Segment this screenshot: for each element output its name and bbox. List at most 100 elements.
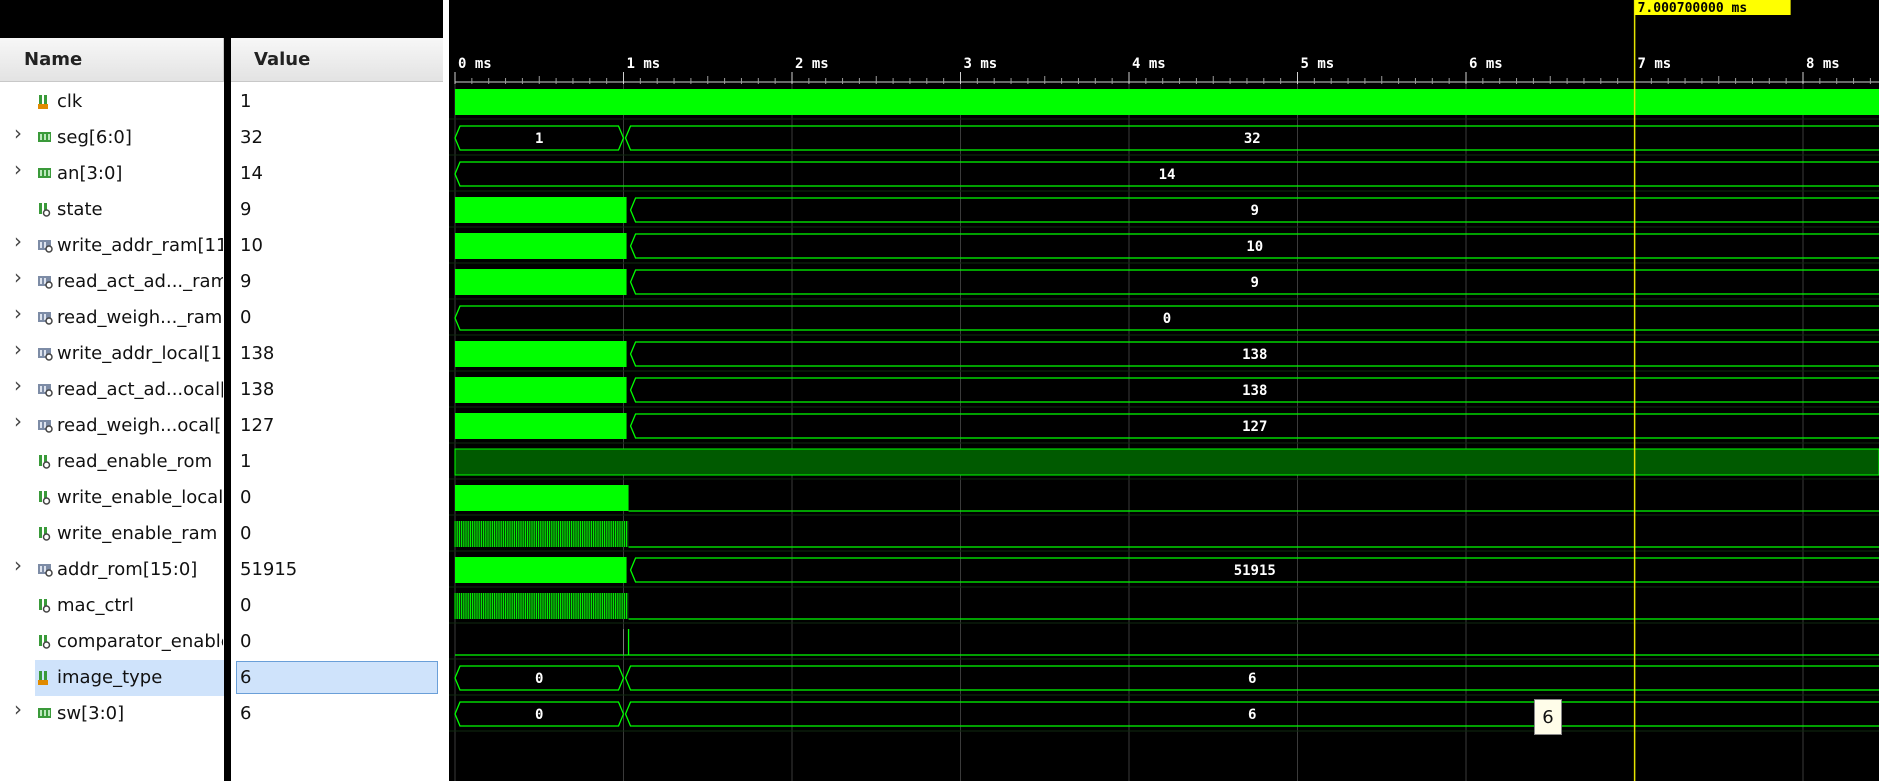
signal-row[interactable]: write_enable_local 0 [0, 480, 443, 516]
value-column-header[interactable]: Value [230, 38, 443, 82]
signal-row[interactable]: › read_act_ad...ocal[11:0] 138 [0, 372, 443, 408]
signal-row[interactable]: › write_addr_ram[11:0] 10 [0, 228, 443, 264]
signal-value: 51915 [240, 559, 298, 580]
expand-chevron-icon[interactable]: › [14, 231, 28, 251]
panel-top-blank [0, 0, 443, 38]
bus-input-icon [37, 165, 53, 183]
signal-name[interactable]: read_weigh...ocal[11:0] [57, 408, 223, 444]
signal-name[interactable]: write_addr_local[11:0] [57, 336, 223, 372]
dense-toggle-wave [455, 485, 629, 511]
signal-row[interactable]: › sw[3:0] 6 [0, 696, 443, 732]
signal-name[interactable]: an[3:0] [57, 156, 223, 192]
signal-row[interactable]: › an[3:0] 14 [0, 156, 443, 192]
expand-chevron-icon[interactable]: › [14, 303, 28, 323]
dense-bus-activity [455, 557, 627, 583]
signal-row[interactable]: › seg[6:0] 32 [0, 120, 443, 156]
dense-bus-activity [455, 269, 627, 295]
expand-chevron-icon[interactable]: › [14, 411, 28, 431]
signal-name[interactable]: clk [57, 84, 223, 120]
expand-chevron-icon[interactable]: › [14, 267, 28, 287]
bus-value-label: 9 [1251, 203, 1259, 219]
signal-row[interactable]: read_enable_rom 1 [0, 444, 443, 480]
bus-internal-icon [37, 309, 53, 327]
bus-internal-icon [37, 345, 53, 363]
expand-chevron-icon[interactable]: › [14, 375, 28, 395]
bus-internal-icon [37, 417, 53, 435]
signal-value: 0 [240, 487, 252, 508]
signal-value: 0 [240, 307, 252, 328]
signal-name-value-panel: Name Value clk 1 › seg[6:0] 32 › an[3:0] 14 stat… [0, 0, 443, 781]
signal-value: 138 [240, 379, 275, 400]
bus-input-icon [37, 129, 53, 147]
name-column-header[interactable]: Name [0, 38, 224, 82]
waveform-viewer[interactable]: 0 ms 1 ms 2 ms 3 ms 4 ms 5 ms 6 ms 7 ms 8 ms 1 32 1… [449, 0, 1879, 781]
signal-value: 0 [240, 595, 252, 616]
signal-name[interactable]: mac_ctrl [57, 588, 223, 624]
signal-name[interactable]: comparator_enable [57, 624, 223, 660]
bit-input-icon [37, 93, 53, 111]
dense-bus-activity [455, 413, 627, 439]
expand-chevron-icon[interactable]: › [14, 699, 28, 719]
bit-internal-icon [37, 201, 53, 219]
signal-value: 0 [240, 523, 252, 544]
signal-name[interactable]: addr_rom[15:0] [57, 552, 223, 588]
expand-chevron-icon[interactable]: › [14, 123, 28, 143]
bit-internal-icon [37, 597, 53, 615]
signal-value: 14 [240, 163, 263, 184]
time-tick-label: 6 ms [1469, 56, 1503, 72]
dense-bus-activity [455, 341, 627, 367]
signal-name[interactable]: read_enable_rom [57, 444, 223, 480]
signal-row[interactable]: mac_ctrl 0 [0, 588, 443, 624]
time-tick-label: 8 ms [1806, 56, 1840, 72]
signal-row[interactable]: › write_addr_local[11:0] 138 [0, 336, 443, 372]
bus-value-label: 127 [1242, 419, 1267, 435]
expand-chevron-icon[interactable]: › [14, 555, 28, 575]
signal-name[interactable]: write_addr_ram[11:0] [57, 228, 223, 264]
expand-chevron-icon[interactable]: › [14, 339, 28, 359]
bit-input-icon [37, 669, 53, 687]
dense-bus-activity [455, 197, 627, 223]
signal-value: 9 [240, 199, 252, 220]
signal-row[interactable]: state 9 [0, 192, 443, 228]
signal-row[interactable]: › read_act_ad..._ram[11:0] 9 [0, 264, 443, 300]
dense-bus-activity [455, 377, 627, 403]
signal-name[interactable]: image_type [35, 660, 224, 696]
signal-row[interactable]: clk 1 [0, 84, 443, 120]
signal-name[interactable]: seg[6:0] [57, 120, 223, 156]
signal-value: 6 [240, 703, 252, 724]
bus-internal-icon [37, 237, 53, 255]
bus-value-label: 32 [1244, 131, 1261, 147]
bus-value-label: 138 [1242, 383, 1267, 399]
time-tick-label: 1 ms [627, 56, 661, 72]
signal-row[interactable]: write_enable_ram 0 [0, 516, 443, 552]
bus-value-label: 9 [1251, 275, 1259, 291]
signal-name[interactable]: state [57, 192, 223, 228]
signal-name[interactable]: sw[3:0] [57, 696, 223, 732]
bus-internal-icon [37, 273, 53, 291]
signal-row[interactable]: image_type 6 [0, 660, 443, 696]
signal-row[interactable]: comparator_enable 0 [0, 624, 443, 660]
signal-row[interactable]: › read_weigh...ocal[11:0] 127 [0, 408, 443, 444]
bus-value-label: 138 [1242, 347, 1267, 363]
time-tick-label: 5 ms [1301, 56, 1335, 72]
dense-bus-activity [455, 233, 627, 259]
expand-chevron-icon[interactable]: › [14, 159, 28, 179]
signal-value: 6 [240, 667, 252, 688]
signal-row[interactable]: › read_weigh..._ram[11:0] 0 [0, 300, 443, 336]
bus-internal-icon [37, 381, 53, 399]
time-tick-label: 4 ms [1132, 56, 1166, 72]
signal-value: 1 [240, 451, 252, 472]
bus-value-label: 1 [535, 131, 543, 147]
time-tick-label: 7 ms [1638, 56, 1672, 72]
bit-internal-icon [37, 453, 53, 471]
signal-name[interactable]: write_enable_local [57, 480, 223, 516]
signal-name[interactable]: read_weigh..._ram[11:0] [57, 300, 223, 336]
bit-internal-icon [37, 489, 53, 507]
signal-value: 0 [240, 631, 252, 652]
signal-name[interactable]: read_act_ad...ocal[11:0] [57, 372, 223, 408]
cursor-time-label: 7.000700000 ms [1638, 1, 1748, 16]
signal-row[interactable]: › addr_rom[15:0] 51915 [0, 552, 443, 588]
signal-name[interactable]: write_enable_ram [57, 516, 223, 552]
bus-value-label: 6 [1248, 707, 1256, 723]
signal-name[interactable]: read_act_ad..._ram[11:0] [57, 264, 223, 300]
